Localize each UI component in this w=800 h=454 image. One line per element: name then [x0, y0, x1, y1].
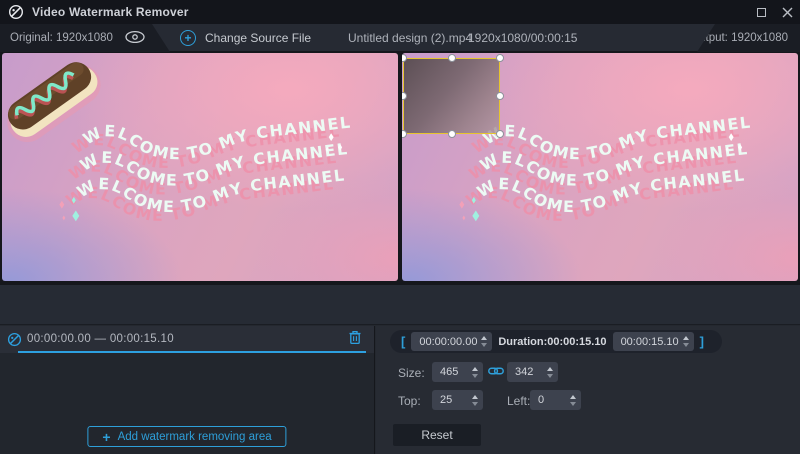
width-input[interactable]: 465	[432, 362, 483, 382]
add-source-icon[interactable]: +	[180, 30, 196, 46]
app-logo-icon	[8, 4, 24, 20]
watermark-area-row[interactable]: 00:00:00.00 — 00:00:15.10	[0, 326, 374, 353]
selection-handle-nw[interactable]	[402, 54, 407, 62]
add-watermark-area-button[interactable]: + Add watermark removing area	[87, 426, 286, 447]
watermark-selection-box[interactable]	[403, 58, 500, 134]
watermark-text: WELCOME TO MY CHANNEL WELCOME TO MY CHAN…	[63, 113, 353, 225]
titlebar: Video Watermark Remover	[0, 0, 800, 24]
link-icon	[488, 365, 504, 377]
left-spinner[interactable]	[570, 395, 581, 406]
top-spinner[interactable]	[472, 395, 483, 406]
output-video-frame: WELCOME TO MY CHANNEL WELCOME TO MY CHAN…	[402, 53, 798, 281]
reset-button[interactable]: Reset	[393, 424, 481, 446]
watermark-text: WELCOME TO MY CHANNEL WELCOME TO MY CHAN…	[463, 113, 753, 225]
start-time-input[interactable]: 00:00:00.00	[411, 332, 492, 351]
change-source-file-button[interactable]: Change Source File	[205, 24, 311, 52]
watermark-area-panel: 00:00:00.00 — 00:00:15.10 + Add watermar…	[0, 326, 375, 454]
selection-handle-se[interactable]	[496, 130, 504, 138]
source-fileinfo: 1920x1080/00:00:15	[468, 24, 577, 52]
start-time-spinner[interactable]	[481, 336, 492, 347]
bottom-panels: 00:00:00.00 — 00:00:15.10 + Add watermar…	[0, 326, 800, 454]
output-resolution-label: Output: 1920x1080	[690, 32, 788, 44]
properties-panel: [ 00:00:00.00 Duration:00:00:15.10 00:00…	[376, 326, 800, 454]
delete-area-button[interactable]	[346, 330, 364, 348]
add-area-label: Add watermark removing area	[118, 431, 272, 443]
preview-area: WELCOME TO MY CHANNEL WELCOME TO MY CHAN…	[0, 52, 800, 285]
size-label: Size:	[398, 366, 425, 380]
original-resolution-label: Original: 1920x1080	[10, 32, 113, 44]
trash-icon	[348, 330, 362, 345]
left-input[interactable]: 0	[530, 390, 581, 410]
app-title: Video Watermark Remover	[32, 5, 189, 19]
time-range-controls: [ 00:00:00.00 Duration:00:00:15.10 00:00…	[390, 330, 722, 353]
selection-handle-s[interactable]	[448, 130, 456, 138]
eye-icon	[124, 30, 146, 44]
preview-output: WELCOME TO MY CHANNEL WELCOME TO MY CHAN…	[402, 52, 800, 285]
width-spinner[interactable]	[472, 367, 483, 378]
preview-toggle-button[interactable]	[122, 28, 148, 48]
transport-bar: 00:00:03.17/00:00:15.10	[0, 285, 800, 325]
original-video-frame: WELCOME TO MY CHANNEL WELCOME TO MY CHAN…	[2, 53, 398, 281]
watermark-item-icon	[7, 332, 22, 347]
selected-row-indicator	[18, 351, 366, 353]
toolbar: Original: 1920x1080 + Change Source File…	[0, 24, 800, 52]
end-time-input[interactable]: 00:00:15.10	[613, 332, 694, 351]
range-close-bracket[interactable]: ]	[700, 334, 704, 349]
duration-label: Duration:00:00:15.10	[498, 336, 606, 348]
top-input[interactable]: 25	[432, 390, 483, 410]
selection-handle-ne[interactable]	[496, 54, 504, 62]
preview-original: WELCOME TO MY CHANNEL WELCOME TO MY CHAN…	[0, 52, 398, 285]
end-time-spinner[interactable]	[683, 336, 694, 347]
range-open-bracket[interactable]: [	[401, 334, 405, 349]
app-window: Video Watermark Remover Original: 1920x1…	[0, 0, 800, 454]
left-label: Left:	[507, 394, 530, 408]
close-icon	[782, 7, 793, 18]
lock-aspect-button[interactable]	[488, 365, 504, 379]
plus-icon: +	[102, 430, 110, 444]
close-button[interactable]	[774, 0, 800, 24]
height-spinner[interactable]	[547, 367, 558, 378]
original-video-art: WELCOME TO MY CHANNEL WELCOME TO MY CHAN…	[2, 53, 398, 281]
height-input[interactable]: 342	[507, 362, 558, 382]
selection-handle-n[interactable]	[448, 54, 456, 62]
watermark-time-range: 00:00:00.00 — 00:00:15.10	[27, 326, 174, 351]
selection-handle-e[interactable]	[496, 92, 504, 100]
source-filename: Untitled design (2).mp4	[348, 24, 472, 52]
output-resolution-badge: Output: 1920x1080	[630, 24, 800, 52]
selection-handle-w[interactable]	[402, 92, 407, 100]
maximize-icon	[757, 8, 766, 17]
maximize-button[interactable]	[748, 0, 774, 24]
top-label: Top:	[398, 394, 421, 408]
